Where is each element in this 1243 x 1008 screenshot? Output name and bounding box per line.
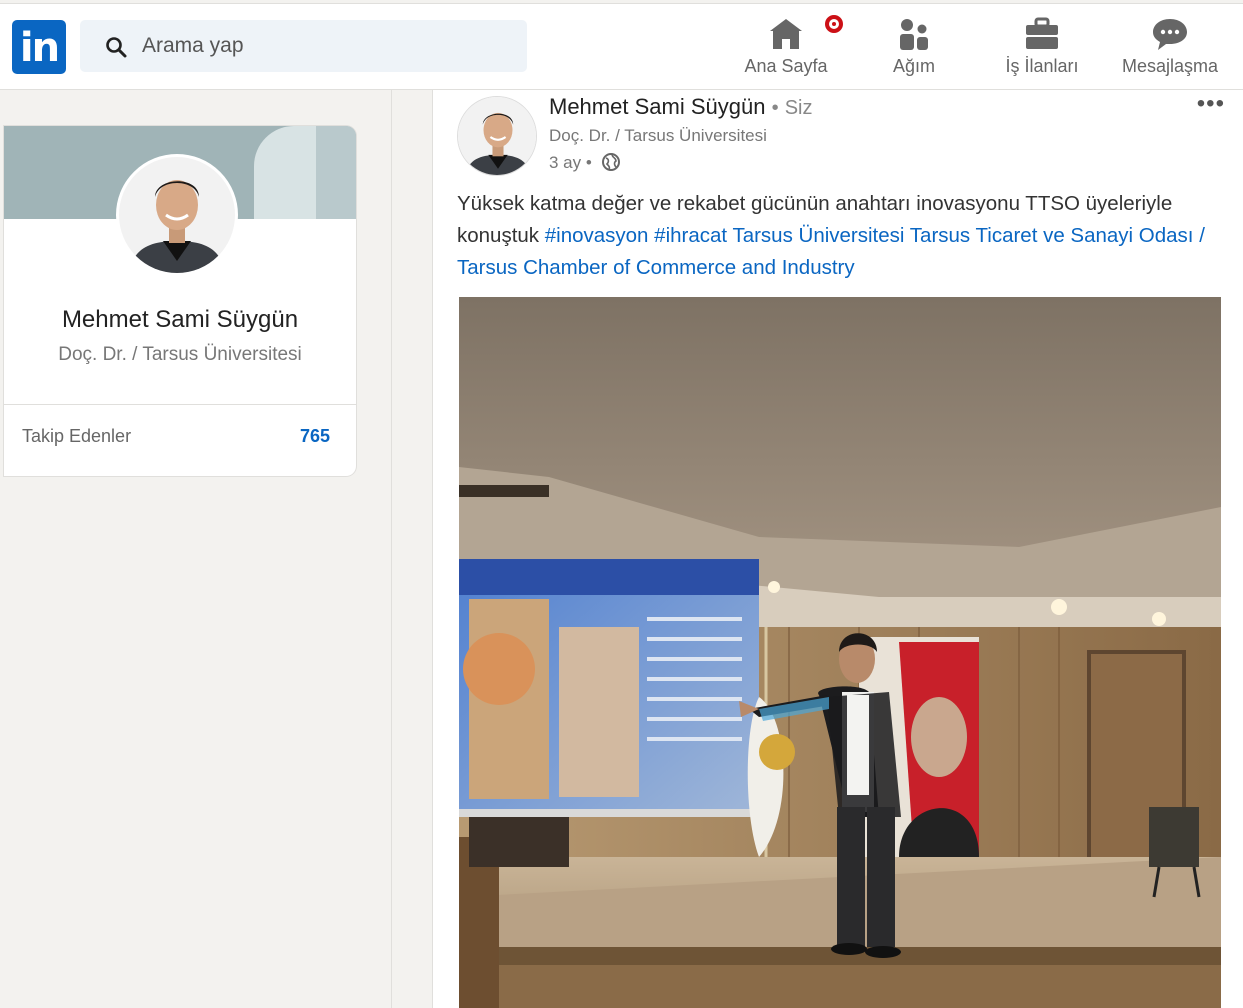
nav-network[interactable]: Ağım: [874, 14, 954, 84]
followers-label[interactable]: Takip Edenler: [22, 426, 131, 447]
profile-avatar[interactable]: [116, 154, 238, 276]
post-author-headline: Doç. Dr. / Tarsus Üniversitesi: [549, 126, 767, 145]
post-author-name[interactable]: Mehmet Sami Süygün: [549, 94, 765, 119]
post-image[interactable]: [459, 297, 1221, 1008]
mention-tarsus-universitesi[interactable]: Tarsus Üniversitesi: [732, 224, 904, 247]
hashtag-inovasyon[interactable]: #inovasyon: [545, 224, 649, 247]
notification-badge: [822, 12, 846, 36]
hashtag-ihracat[interactable]: #ihracat: [654, 224, 727, 247]
messaging-icon: [1150, 16, 1190, 52]
post-text: Yüksek katma değer ve rekabet gücünün an…: [457, 188, 1217, 284]
briefcase-icon: [1022, 16, 1062, 52]
post-timestamp: 3 ay •: [549, 152, 621, 173]
nav-home[interactable]: Ana Sayfa: [736, 12, 846, 84]
separator-dot: •: [771, 97, 779, 119]
more-options-icon[interactable]: •••: [1197, 90, 1225, 118]
home-icon: [766, 12, 846, 52]
feed-post: Mehmet Sami Süygün • Siz Doç. Dr. / Tars…: [432, 90, 1243, 1008]
divider: [4, 404, 356, 405]
search-icon: [106, 37, 127, 58]
nav-messaging-label: Mesajlaşma: [1121, 56, 1219, 76]
profile-name[interactable]: Mehmet Sami Süygün: [4, 306, 356, 334]
post-author-line[interactable]: Mehmet Sami Süygün • Siz: [549, 94, 813, 120]
nav-jobs-label: İş İlanları: [1005, 56, 1079, 76]
you-label: Siz: [784, 97, 813, 119]
post-author-avatar[interactable]: [457, 96, 537, 176]
nav-home-label: Ana Sayfa: [744, 56, 828, 76]
top-edge: [0, 0, 1243, 4]
globe-icon: [601, 153, 620, 171]
profile-card: Mehmet Sami Süygün Doç. Dr. / Tarsus Üni…: [4, 126, 356, 476]
nav-jobs[interactable]: İş İlanları: [992, 14, 1092, 84]
linkedin-logo-icon[interactable]: in: [12, 20, 66, 74]
profile-headline: Doç. Dr. / Tarsus Üniversitesi: [58, 344, 302, 365]
search-input[interactable]: [142, 30, 502, 62]
followers-count[interactable]: 765: [300, 426, 330, 447]
column-divider: [391, 90, 392, 1008]
network-icon: [894, 16, 934, 52]
post-time-text: 3 ay •: [549, 153, 592, 172]
top-navigation-bar: in Ana Sayfa Ağım: [0, 0, 1243, 90]
nav-network-label: Ağım: [892, 56, 935, 76]
nav-messaging[interactable]: Mesajlaşma: [1112, 14, 1228, 84]
search-box[interactable]: [80, 20, 527, 72]
